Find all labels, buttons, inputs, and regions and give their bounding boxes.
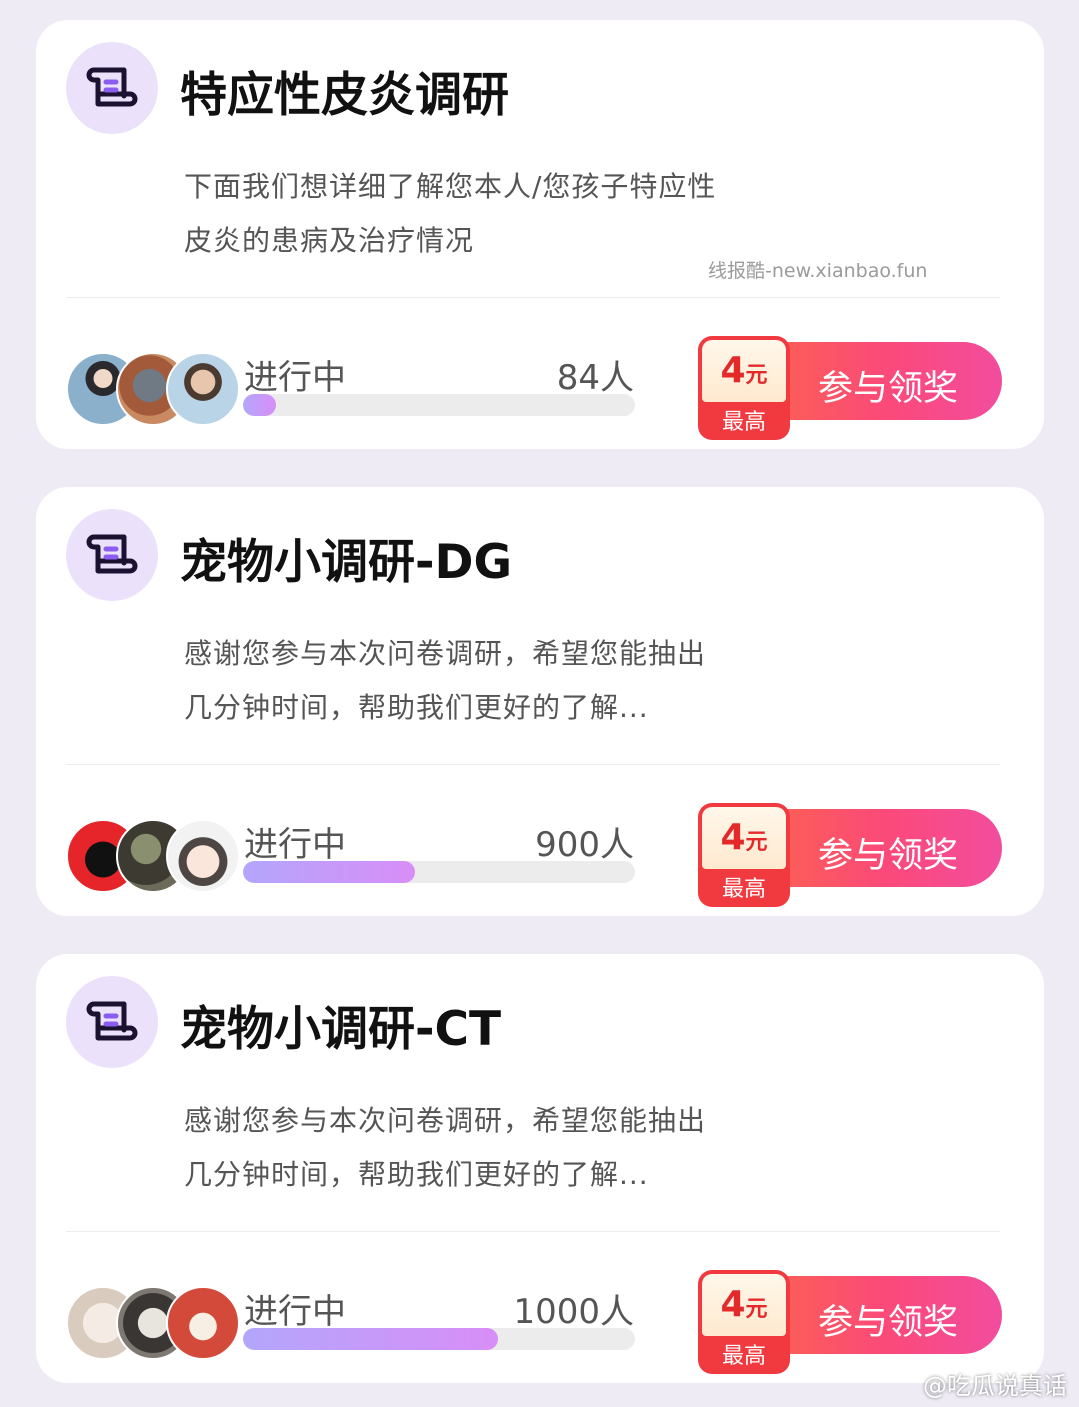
- join-reward-button[interactable]: 参与领奖 4元 最高: [698, 781, 1004, 907]
- survey-status: 进行中: [244, 1292, 346, 1332]
- survey-description: 下面我们想详细了解您本人/您孩子特应性皮炎的患病及治疗情况: [184, 170, 717, 257]
- divider: [66, 764, 1000, 765]
- reward-unit: 元: [745, 1297, 768, 1322]
- survey-scroll-icon: [66, 42, 158, 134]
- reward-amount: 4元: [720, 817, 767, 858]
- reward-unit: 元: [745, 830, 768, 855]
- survey-scroll-icon: [66, 976, 158, 1068]
- participant-count: 84人: [556, 358, 634, 398]
- divider: [66, 1231, 1000, 1232]
- progress-fill: [243, 394, 277, 416]
- reward-amount-box: 4元: [702, 340, 786, 402]
- reward-amount: 4元: [720, 1284, 767, 1325]
- participant-avatars: [66, 1286, 246, 1360]
- reward-label: 最高: [721, 1344, 766, 1369]
- progress-bar: [243, 861, 635, 883]
- avatar: [166, 819, 240, 893]
- avatar: [166, 1286, 240, 1360]
- reward-unit: 元: [745, 363, 768, 388]
- reward-label: 最高: [721, 877, 766, 902]
- progress-bar: [243, 394, 635, 416]
- join-reward-button[interactable]: 参与领奖 4元 最高: [698, 314, 1004, 440]
- cta-label: 参与领奖: [818, 836, 959, 876]
- reward-amount: 4元: [720, 350, 767, 391]
- progress-fill: [243, 1328, 498, 1350]
- reward-number: 4: [720, 1284, 746, 1325]
- participant-count: 1000人: [513, 1292, 634, 1332]
- survey-title: 特应性皮炎调研: [180, 68, 509, 123]
- progress-fill: [243, 861, 416, 883]
- survey-description: 感谢您参与本次问卷调研，希望您能抽出几分钟时间，帮助我们更好的了解...: [184, 637, 707, 724]
- reward-tag: 4元 最高: [698, 1270, 790, 1374]
- survey-scroll-icon: [66, 509, 158, 601]
- reward-label: 最高: [721, 410, 766, 435]
- participant-count: 900人: [535, 825, 634, 865]
- reward-tag: 4元 最高: [698, 803, 790, 907]
- reward-amount-box: 4元: [702, 807, 786, 869]
- survey-status: 进行中: [244, 825, 346, 865]
- survey-card[interactable]: 宠物小调研-CT 感谢您参与本次问卷调研，希望您能抽出几分钟时间，帮助我们更好的…: [36, 954, 1044, 1383]
- survey-title: 宠物小调研-DG: [180, 535, 513, 590]
- cta-label: 参与领奖: [818, 1303, 959, 1343]
- survey-card[interactable]: 特应性皮炎调研 下面我们想详细了解您本人/您孩子特应性皮炎的患病及治疗情况 线报…: [36, 20, 1044, 449]
- participant-avatars: [66, 352, 246, 426]
- participant-avatars: [66, 819, 246, 893]
- reward-amount-box: 4元: [702, 1274, 786, 1336]
- survey-status: 进行中: [244, 358, 346, 398]
- avatar: [166, 352, 240, 426]
- reward-number: 4: [720, 817, 746, 858]
- survey-title: 宠物小调研-CT: [180, 1002, 502, 1057]
- reward-tag: 4元 最高: [698, 336, 790, 440]
- weibo-watermark: @吃瓜说真话: [923, 1372, 1067, 1400]
- progress-bar: [243, 1328, 635, 1350]
- cta-label: 参与领奖: [818, 369, 959, 409]
- divider: [66, 297, 1000, 298]
- watermark-text: 线报酷-new.xianbao.fun: [708, 260, 928, 282]
- survey-card[interactable]: 宠物小调研-DG 感谢您参与本次问卷调研，希望您能抽出几分钟时间，帮助我们更好的…: [36, 487, 1044, 916]
- survey-description: 感谢您参与本次问卷调研，希望您能抽出几分钟时间，帮助我们更好的了解...: [184, 1104, 707, 1191]
- reward-number: 4: [720, 350, 746, 391]
- join-reward-button[interactable]: 参与领奖 4元 最高: [698, 1248, 1004, 1374]
